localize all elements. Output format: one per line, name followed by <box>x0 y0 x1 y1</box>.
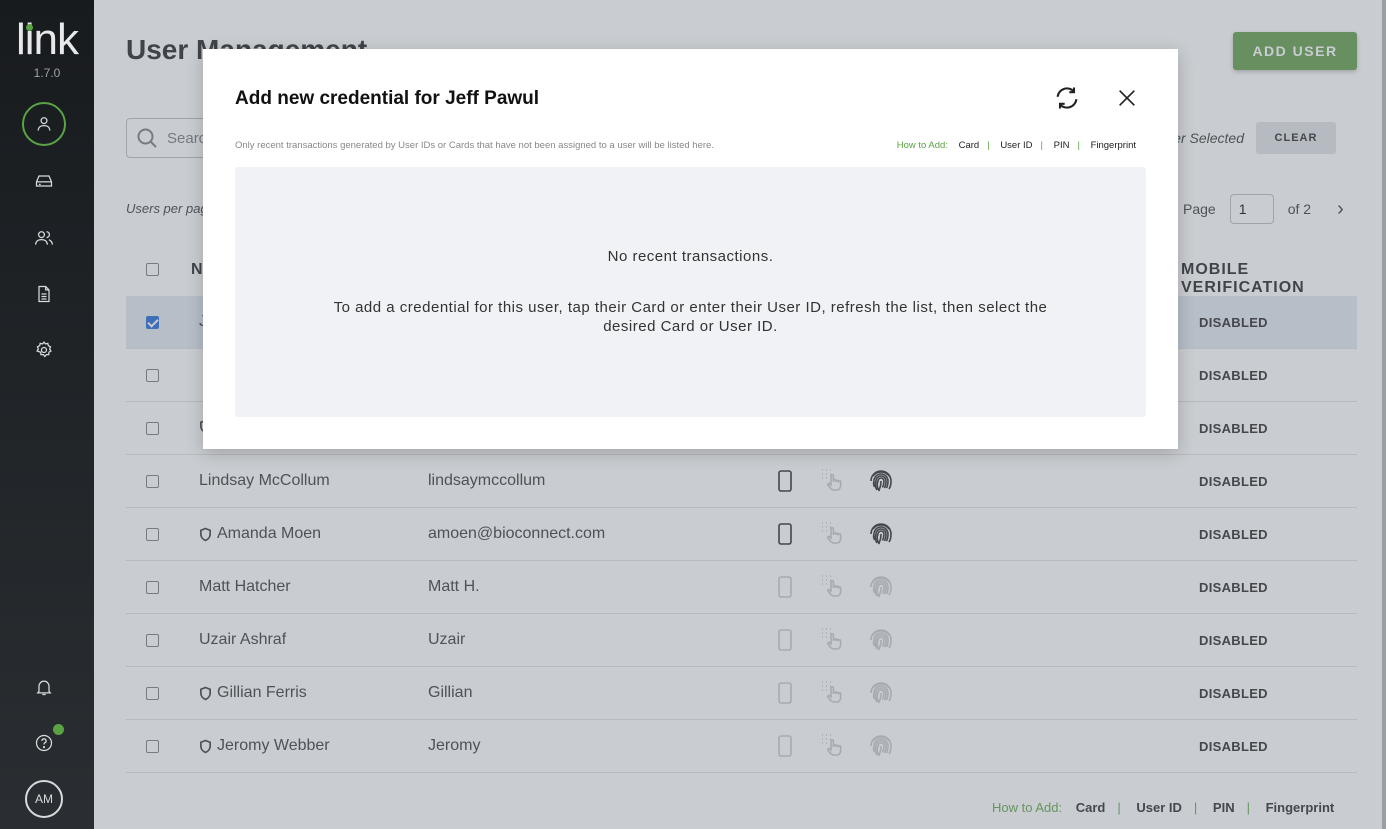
sidebar-item-settings[interactable] <box>22 328 66 372</box>
modal-how-fingerprint-link[interactable]: Fingerprint <box>1091 140 1136 151</box>
logo-text: link <box>15 15 79 64</box>
app-logo[interactable]: link <box>0 18 94 62</box>
refresh-button[interactable] <box>1051 83 1083 115</box>
close-icon <box>1119 89 1135 106</box>
empty-state-title: No recent transactions. <box>607 248 774 265</box>
avatar[interactable]: AM <box>25 780 63 818</box>
bell-icon <box>36 680 52 696</box>
help-notification-dot <box>53 724 64 735</box>
close-button[interactable] <box>1113 85 1141 113</box>
help-icon <box>35 734 53 752</box>
separator: | <box>1077 140 1080 151</box>
modal-note: Only recent transactions generated by Us… <box>235 140 714 151</box>
modal-how-card-link[interactable]: Card <box>959 140 980 151</box>
sidebar: link 1.7.0 AM <box>0 0 94 829</box>
modal-how-userid-link[interactable]: User ID <box>1000 140 1032 151</box>
sidebar-item-users[interactable] <box>22 102 66 146</box>
users-group-icon <box>35 231 53 245</box>
sidebar-item-groups[interactable] <box>22 216 66 260</box>
modal-how-to-add: How to Add: Card | User ID | PIN | Fingerpr… <box>897 140 1136 151</box>
empty-state-help: To add a credential for this user, tap t… <box>333 299 1048 335</box>
logo-dot <box>26 24 33 31</box>
document-icon <box>38 285 50 303</box>
sidebar-item-devices[interactable] <box>22 159 66 203</box>
add-credential-modal: Add new credential for Jeff Pawul Only r… <box>203 49 1178 449</box>
modal-how-pin-link[interactable]: PIN <box>1054 140 1070 151</box>
app-version: 1.7.0 <box>33 66 61 80</box>
user-icon <box>37 117 51 131</box>
sidebar-item-reports[interactable] <box>22 272 66 316</box>
modal-how-to-label: How to Add: <box>896 140 948 151</box>
scrollbar[interactable] <box>1382 0 1386 829</box>
device-icon <box>35 175 53 187</box>
notifications-button[interactable] <box>22 665 66 709</box>
separator: | <box>987 140 990 151</box>
separator: | <box>1040 140 1043 151</box>
modal-title: Add new credential for Jeff Pawul <box>235 88 540 109</box>
refresh-icon <box>1056 86 1078 109</box>
transactions-list: No recent transactions. To add a credent… <box>235 167 1146 417</box>
gear-icon <box>36 341 52 358</box>
